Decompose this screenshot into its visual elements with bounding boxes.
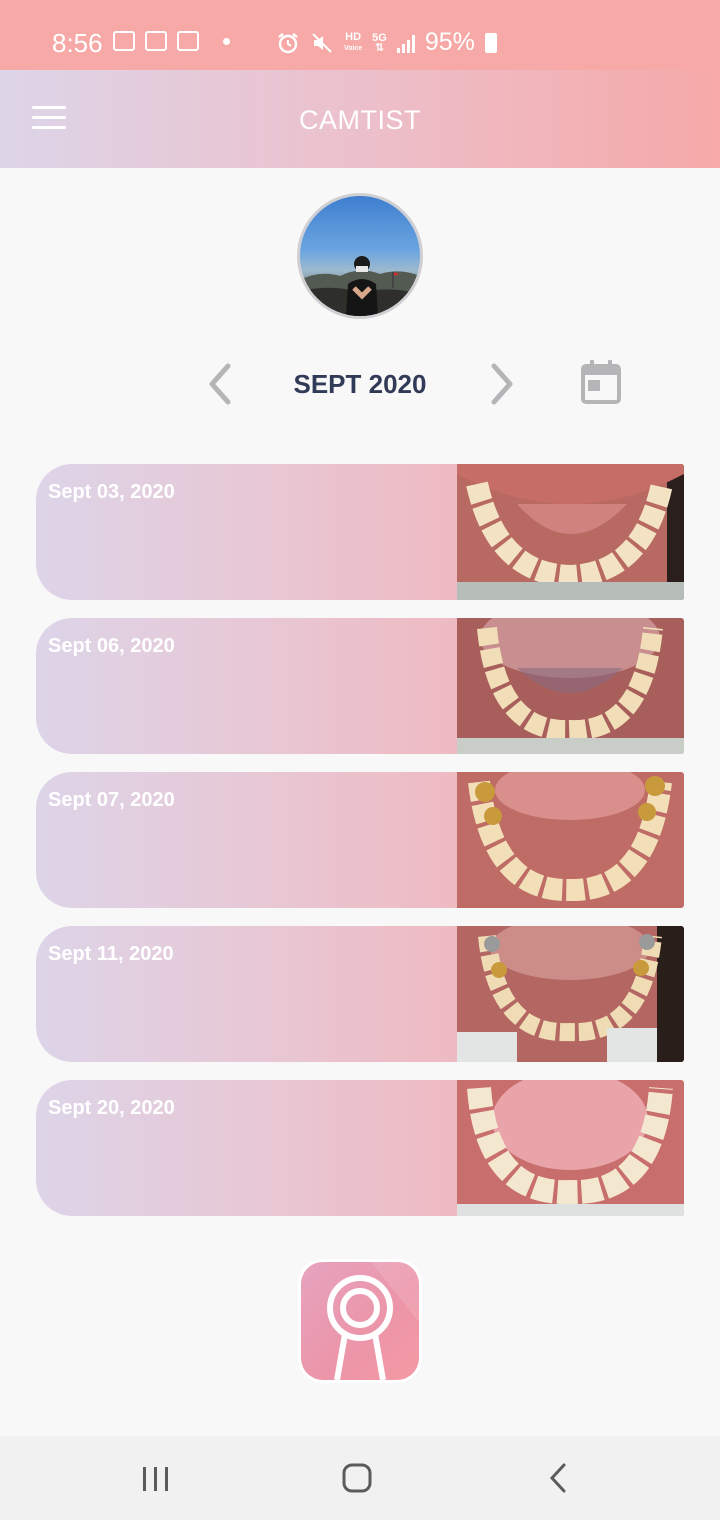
- record-photo: [457, 1080, 684, 1216]
- chevron-right-icon[interactable]: [482, 362, 522, 406]
- hd-label: HD: [345, 30, 362, 43]
- record-photo: [457, 772, 684, 908]
- record-item[interactable]: Sept 07, 2020: [36, 772, 684, 908]
- record-date: Sept 07, 2020: [48, 789, 175, 811]
- more-notifications-dot-icon: [223, 37, 230, 45]
- status-time: 8:56: [52, 28, 103, 58]
- network-label: 5G: [372, 31, 387, 44]
- app-notification-icon: [177, 31, 199, 51]
- record-item[interactable]: Sept 06, 2020: [36, 618, 684, 754]
- camera-button[interactable]: [301, 1262, 419, 1381]
- record-item[interactable]: Sept 11, 2020: [36, 926, 684, 1062]
- record-date: Sept 03, 2020: [48, 481, 175, 503]
- month-navigation: SEPT 2020: [0, 355, 720, 415]
- record-photo: [457, 926, 684, 1062]
- app-title: CAMTIST: [299, 105, 421, 135]
- gallery-notification-icon: [113, 31, 135, 51]
- system-status-icons: HD Voice 5G ⇅ 95%: [276, 28, 497, 57]
- chevron-left-icon[interactable]: [200, 362, 240, 406]
- back-icon[interactable]: [528, 1458, 588, 1498]
- record-date: Sept 06, 2020: [48, 635, 175, 657]
- record-date: Sept 11, 2020: [48, 943, 174, 965]
- signal-icon: [396, 33, 415, 53]
- voice-label: Voice: [344, 44, 363, 52]
- profile-avatar[interactable]: [297, 193, 423, 319]
- battery-percent: 95%: [424, 28, 475, 56]
- record-photo: [457, 464, 684, 600]
- record-date: Sept 20, 2020: [48, 1097, 175, 1119]
- alarm-icon: [278, 32, 298, 53]
- profile-photo: [300, 256, 420, 316]
- record-list: Sept 03, 2020 Sept 06, 2020 Sept 07, 202…: [36, 464, 684, 1234]
- dental-mirror-icon: [327, 1262, 419, 1381]
- system-nav-bar: [0, 1436, 720, 1520]
- record-photo: [457, 618, 684, 754]
- record-item[interactable]: Sept 20, 2020: [36, 1080, 684, 1216]
- mute-icon: [312, 32, 332, 53]
- hd-voice-icon: HD Voice: [344, 30, 363, 54]
- calendar-icon[interactable]: [579, 359, 623, 405]
- network-5g-icon: 5G ⇅: [372, 31, 387, 54]
- notification-icons: [113, 31, 230, 51]
- home-icon[interactable]: [327, 1458, 387, 1498]
- battery-icon: [484, 32, 497, 53]
- month-label: SEPT 2020: [293, 369, 427, 399]
- gmail-notification-icon: [145, 31, 167, 51]
- recent-apps-icon[interactable]: [126, 1458, 186, 1498]
- record-item[interactable]: Sept 03, 2020: [36, 464, 684, 600]
- app-bar: CAMTIST: [0, 70, 720, 168]
